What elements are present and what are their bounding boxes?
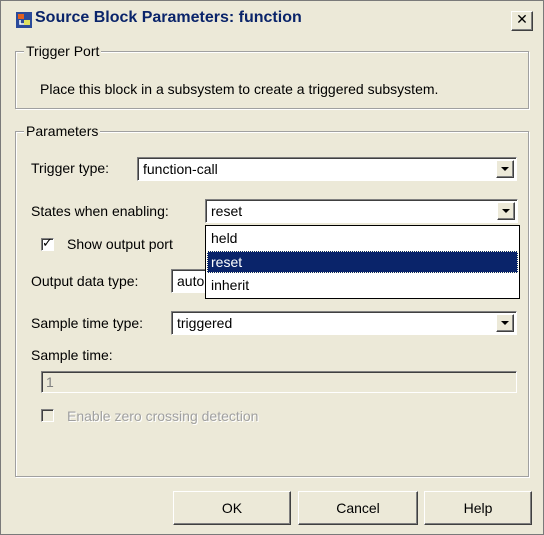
ok-button[interactable]: OK — [173, 491, 291, 525]
simulink-block-icon — [15, 11, 33, 29]
output-data-type-label: Output data type: — [31, 273, 139, 289]
states-when-enabling-value: reset — [211, 203, 243, 219]
parameters-legend: Parameters — [24, 123, 101, 139]
enable-zero-crossing-label: Enable zero crossing detection — [67, 408, 259, 424]
sample-time-type-select[interactable]: triggered — [171, 311, 517, 335]
trigger-type-value: function-call — [143, 161, 218, 177]
window-title: Source Block Parameters: function — [35, 9, 302, 26]
sample-time-type-value: triggered — [177, 315, 233, 331]
trigger-type-label: Trigger type: — [31, 160, 110, 176]
trigger-type-dropdown-button[interactable] — [496, 160, 514, 178]
chevron-down-icon — [501, 321, 509, 325]
show-output-port-label[interactable]: Show output port — [67, 236, 173, 252]
trigger-port-group: Trigger Port Place this block in a subsy… — [15, 43, 529, 109]
sample-time-type-dropdown-button[interactable] — [496, 314, 514, 332]
output-data-type-value: auto — [177, 273, 205, 289]
cancel-button[interactable]: Cancel — [298, 491, 418, 525]
sample-time-type-label: Sample time type: — [31, 315, 144, 331]
states-when-enabling-select[interactable]: reset — [205, 199, 518, 223]
states-when-enabling-label: States when enabling: — [31, 203, 169, 219]
title-bar[interactable]: Source Block Parameters: function ✕ — [3, 3, 541, 36]
states-when-enabling-dropdown-button[interactable] — [497, 202, 515, 220]
enable-zero-crossing-checkbox — [41, 409, 54, 422]
dropdown-option-reset[interactable]: reset — [207, 251, 518, 273]
show-output-port-checkbox[interactable]: ✓ — [41, 236, 54, 251]
sample-time-label: Sample time: — [31, 347, 113, 363]
close-icon: ✕ — [516, 12, 528, 28]
close-button[interactable]: ✕ — [511, 11, 533, 31]
trigger-port-description: Place this block in a subsystem to creat… — [40, 81, 439, 97]
dropdown-option-inherit[interactable]: inherit — [207, 274, 518, 296]
states-when-enabling-dropdown-list[interactable]: held reset inherit — [205, 225, 520, 299]
trigger-type-select[interactable]: function-call — [137, 157, 517, 181]
dropdown-option-held[interactable]: held — [207, 227, 518, 249]
sample-time-field: 1 — [41, 371, 517, 393]
checkmark-icon: ✓ — [42, 236, 53, 251]
sample-time-value: 1 — [46, 374, 54, 390]
help-button[interactable]: Help — [424, 491, 532, 525]
trigger-port-legend: Trigger Port — [24, 43, 102, 59]
chevron-down-icon — [502, 209, 510, 213]
parameters-group: Parameters — [15, 123, 529, 477]
chevron-down-icon — [501, 167, 509, 171]
dialog-window: Source Block Parameters: function ✕ Trig… — [0, 0, 544, 535]
